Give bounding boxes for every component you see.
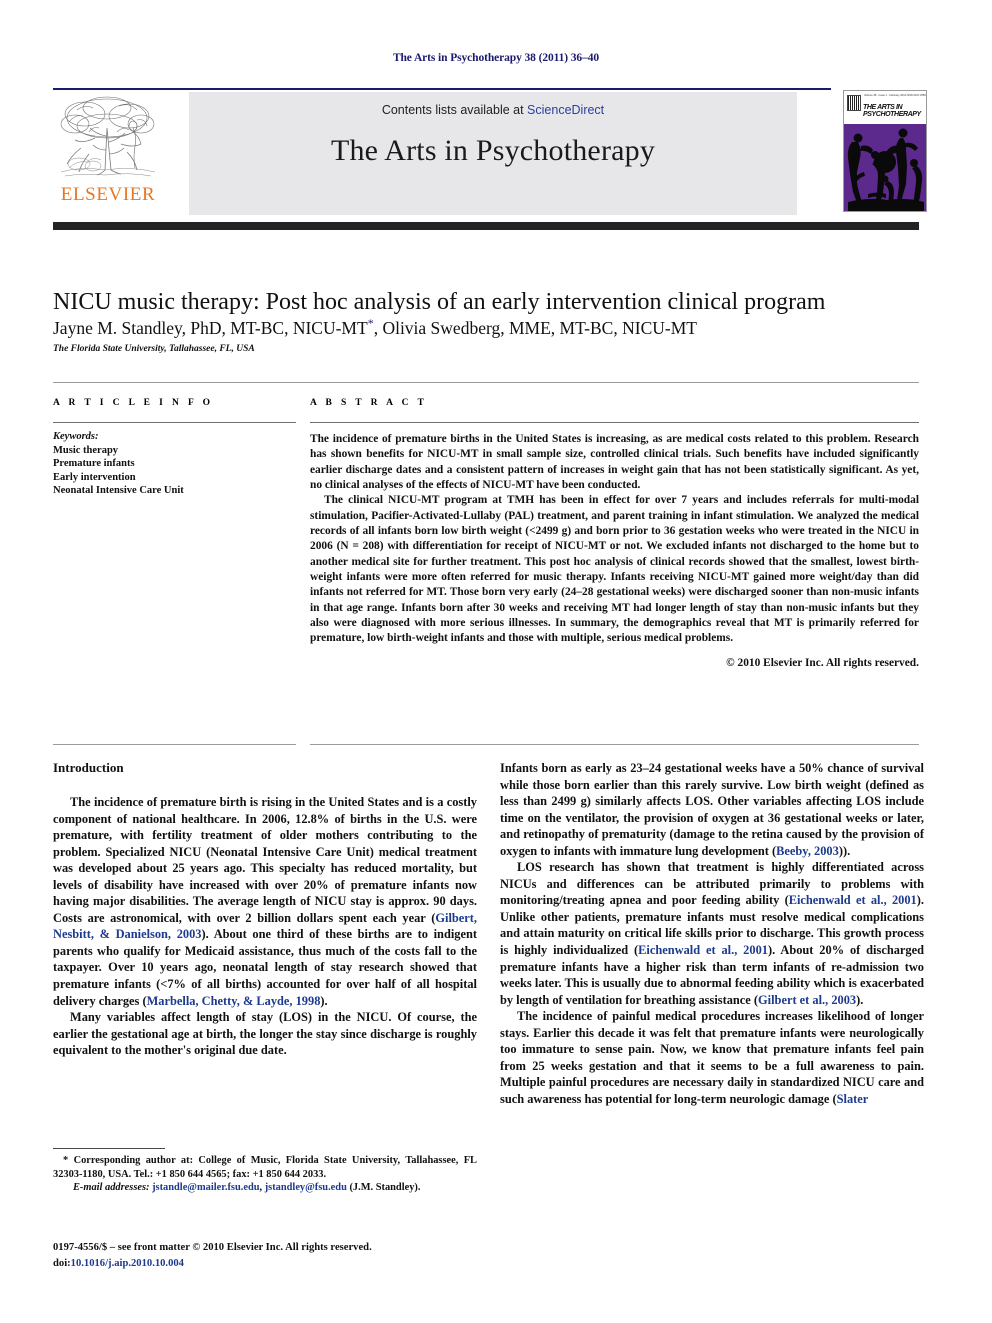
sciencedirect-link[interactable]: ScienceDirect — [527, 103, 604, 117]
keyword-item: Neonatal Intensive Care Unit — [53, 485, 184, 497]
keywords-label: Keywords: — [53, 431, 99, 442]
citation-link[interactable]: Slater — [837, 1092, 869, 1106]
masthead-banner: Contents lists available at ScienceDirec… — [189, 92, 797, 215]
abstract-rule — [310, 422, 919, 423]
keyword-item: Premature infants — [53, 458, 135, 470]
citation-link[interactable]: Marbella, Chetty, & Layde, 1998 — [147, 994, 321, 1008]
citation-link[interactable]: Eichenwald et al., 2001 — [789, 893, 917, 907]
cover-journal-name: THE ARTS IN PSYCHOTHERAPY — [863, 104, 921, 118]
corresponding-text: Corresponding author at: College of Musi… — [53, 1155, 477, 1180]
email-link-1[interactable]: jstandle@mailer.fsu.edu — [152, 1182, 259, 1193]
elsevier-wordmark: ELSEVIER — [60, 184, 156, 205]
author-list: Jayne M. Standley, PhD, MT-BC, NICU-MT*,… — [53, 312, 933, 339]
body-paragraph: Infants born as early as 23–24 gestation… — [500, 761, 924, 858]
abstract-heading: A B S T R A C T — [310, 398, 428, 408]
cover-header: Volume 38 · Issue 1 · February 2011 ISSN… — [844, 91, 926, 124]
email-label: E-mail addresses: — [73, 1182, 150, 1194]
keyword-item: Music therapy — [53, 444, 119, 456]
journal-article-page: The Arts in Psychotherapy 38 (2011) 36–4… — [0, 0, 992, 1323]
running-head: The Arts in Psychotherapy 38 (2011) 36–4… — [392, 52, 600, 64]
elsevier-logo: ELSEVIER — [53, 92, 163, 216]
intro-text-left: The incidence of premature birth is risi… — [53, 794, 477, 1059]
intro-text-right: Infants born as early as 23–24 gestation… — [500, 760, 924, 1107]
abstract-bottom-rule — [310, 744, 919, 745]
doi-line: doi:10.1016/j.aip.2010.10.004 — [53, 1256, 493, 1272]
author-secondary: , Olivia Swedberg, MME, MT-BC, NICU-MT — [373, 317, 697, 338]
masthead: ELSEVIER Contents lists available at Sci… — [53, 90, 927, 218]
keywords-block: Keywords: Music therapy Premature infant… — [53, 430, 296, 498]
contents-prefix-text: Contents lists available at — [381, 103, 528, 117]
article-info-rule — [53, 422, 296, 423]
abstract-paragraph: The incidence of premature births in the… — [310, 433, 919, 492]
issn-copyright-block: 0197-4556/$ – see front matter © 2010 El… — [53, 1240, 493, 1271]
abstract-column: A B S T R A C T The incidence of prematu… — [310, 398, 919, 669]
email-note: E-mail addresses: jstandle@mailer.fsu.ed… — [73, 1182, 421, 1194]
footnote-block: * Corresponding author at: College of Mu… — [53, 1154, 477, 1195]
affiliation: The Florida State University, Tallahasse… — [53, 344, 255, 354]
elsevier-tree-icon — [60, 96, 156, 177]
abstract-body: The incidence of premature births in the… — [310, 432, 919, 647]
article-info-column: A R T I C L E I N F O Keywords: Music th… — [53, 398, 296, 498]
cover-issue-line: Volume 38 · Issue 1 · February 2011 ISSN… — [864, 94, 926, 97]
body-paragraph: LOS research has shown that treatment is… — [500, 860, 924, 1007]
abstract-paragraph: The clinical NICU-MT program at TMH has … — [310, 494, 919, 645]
article-info-heading: A R T I C L E I N F O — [53, 398, 214, 408]
abstract-section-top-rule — [53, 382, 919, 383]
doi-link[interactable]: 10.1016/j.aip.2010.10.004 — [71, 1258, 184, 1269]
journal-title: The Arts in Psychotherapy — [330, 134, 656, 167]
journal-cover-thumbnail[interactable]: Volume 38 · Issue 1 · February 2011 ISSN… — [843, 90, 927, 212]
citation-link[interactable]: Gilbert, Nesbitt, & Danielson, 2003 — [53, 911, 477, 942]
cover-publisher-mark-icon — [847, 95, 861, 111]
cover-figures-icon — [847, 128, 924, 211]
footnote-rule — [53, 1148, 165, 1149]
issn-line: 0197-4556/$ – see front matter © 2010 El… — [53, 1242, 372, 1253]
body-paragraph: The incidence of premature birth is risi… — [53, 795, 477, 1008]
keyword-item: Early intervention — [53, 471, 136, 483]
citation-link[interactable]: Gilbert et al., 2003 — [758, 993, 856, 1007]
body-right-column: Infants born as early as 23–24 gestation… — [500, 760, 924, 1107]
body-paragraph: The incidence of painful medical procedu… — [500, 1009, 924, 1106]
masthead-bottom-bar — [53, 222, 919, 230]
body-paragraph: Many variables affect length of stay (LO… — [53, 1010, 477, 1058]
corresponding-author-note: * Corresponding author at: College of Mu… — [53, 1154, 477, 1181]
citation-link[interactable]: Beeby, 2003 — [776, 844, 839, 858]
cover-artwork — [844, 124, 926, 211]
body-left-column: Introduction The incidence of premature … — [53, 760, 477, 1059]
doi-label: doi: — [53, 1257, 71, 1269]
email-link-2[interactable]: jstandley@fsu.edu — [265, 1182, 347, 1193]
copyright-line: © 2010 Elsevier Inc. All rights reserved… — [726, 656, 919, 669]
abstract-bottom-rule-left — [53, 744, 296, 745]
email-attribution: (J.M. Standley). — [349, 1182, 421, 1194]
citation-link[interactable]: Eichenwald et al., 2001 — [638, 943, 768, 957]
section-heading-introduction: Introduction — [53, 760, 124, 775]
contents-available-line: Contents lists available at ScienceDirec… — [189, 103, 797, 117]
author-primary: Jayne M. Standley, PhD, MT-BC, NICU-MT — [53, 317, 368, 338]
